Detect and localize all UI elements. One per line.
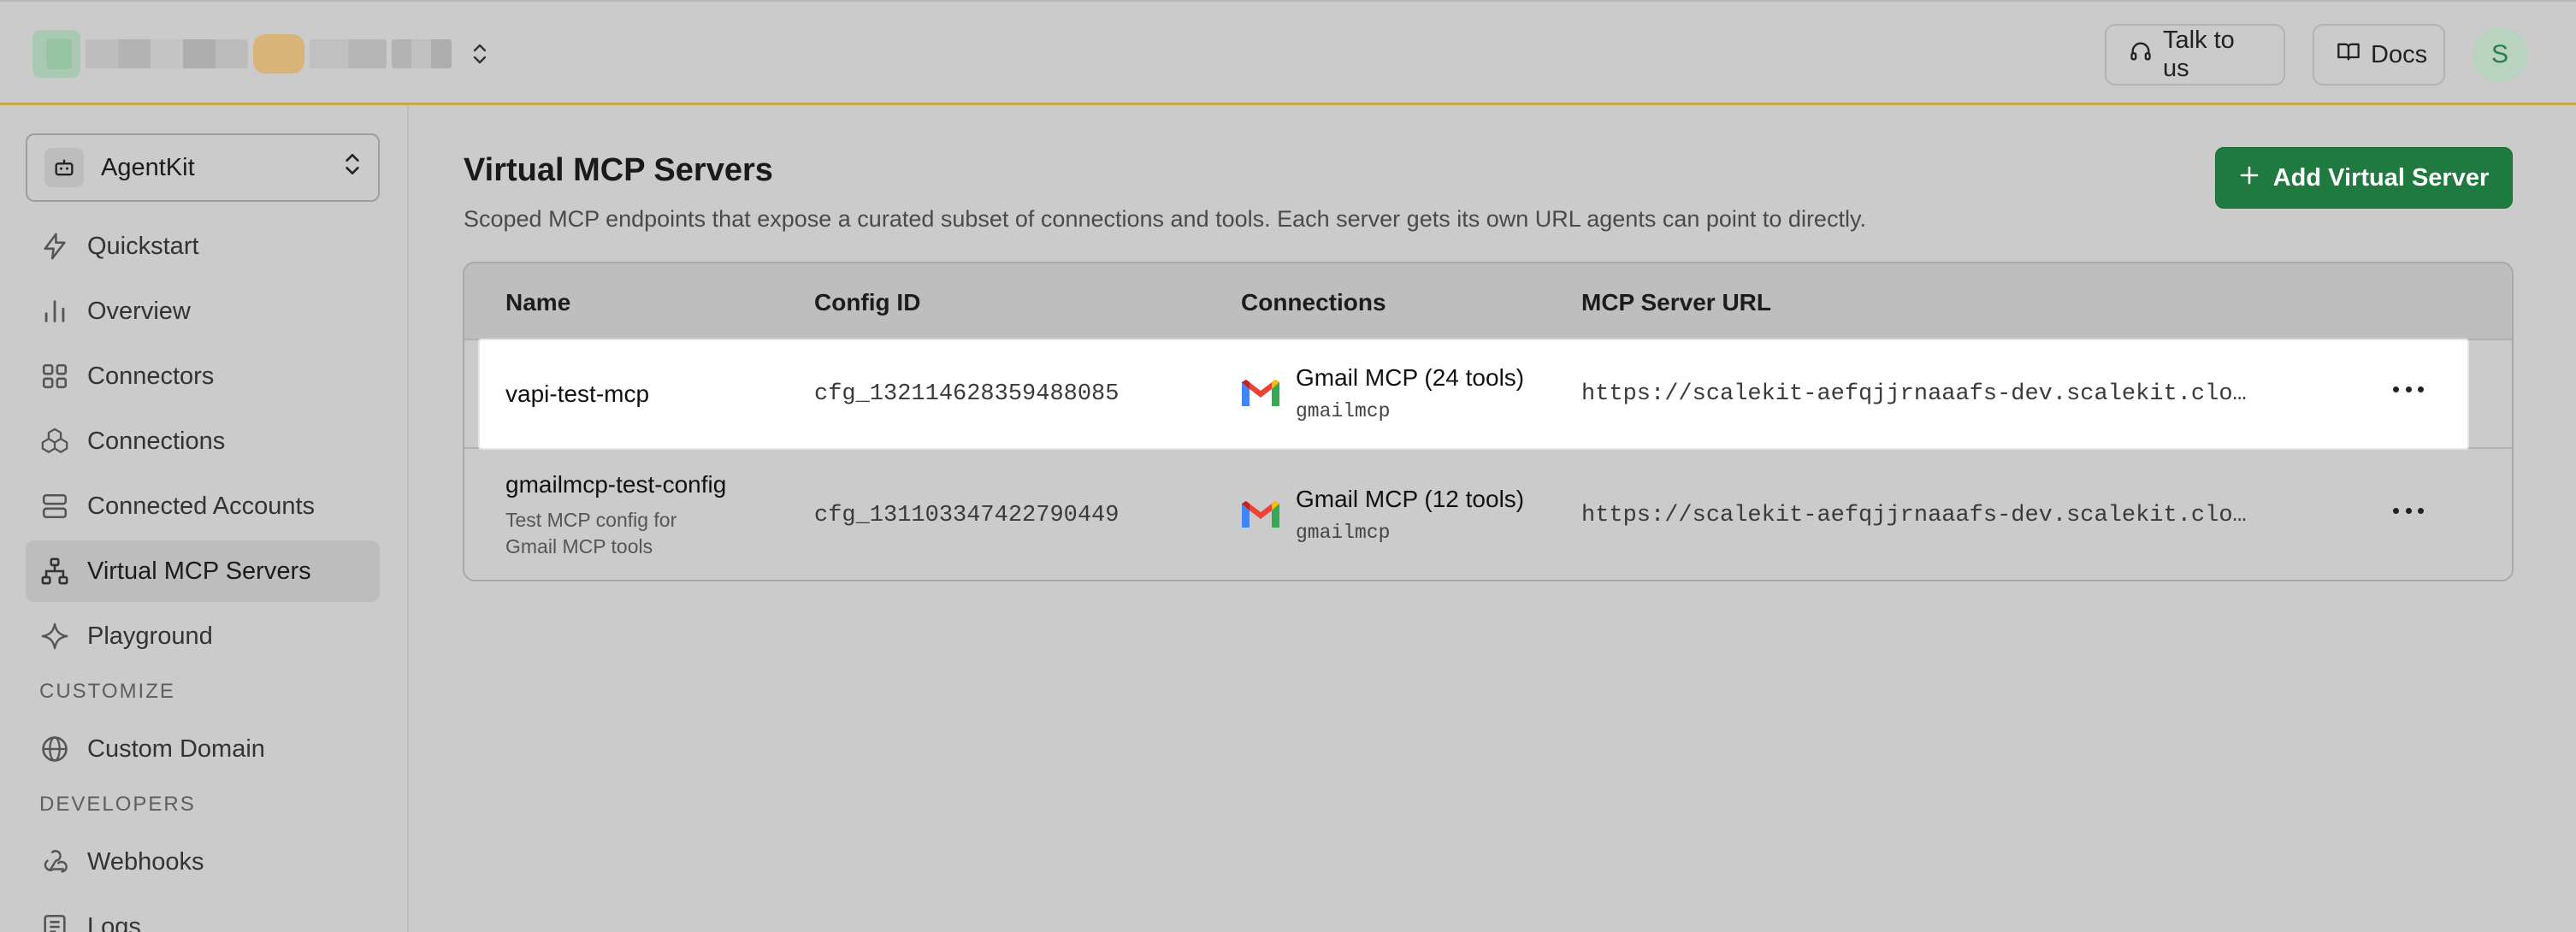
robot-icon	[44, 148, 84, 187]
sidebar-item-connectors[interactable]: Connectors	[26, 345, 380, 407]
plus-icon	[2239, 164, 2260, 192]
docs-label: Docs	[2371, 40, 2428, 68]
mcp-server-url[interactable]: https://scalekit-aefqjjrnaaafs-dev.scale…	[1581, 381, 2247, 407]
grid-icon	[39, 361, 70, 392]
org-name-redacted-2	[310, 39, 387, 68]
chevron-up-down-icon	[470, 41, 489, 67]
sidebar-item-overview[interactable]: Overview	[26, 280, 380, 342]
talk-to-us-button[interactable]: Talk to us	[2105, 24, 2285, 86]
sidebar-item-logs[interactable]: Logs	[26, 896, 380, 932]
sidebar-item-label: Logs	[87, 912, 141, 932]
connection-title: Gmail MCP (24 tools)	[1296, 364, 1525, 391]
product-name: AgentKit	[101, 153, 195, 181]
env-badge-redacted	[253, 34, 304, 74]
accounts-icon	[39, 491, 70, 522]
server-description-line1: Test MCP config for	[505, 509, 677, 531]
sidebar-item-label: Overview	[87, 297, 191, 325]
server-name[interactable]: vapi-test-mcp	[505, 380, 649, 408]
connection-key: gmailmcp	[1296, 522, 1391, 544]
sidebar-item-label: Quickstart	[87, 232, 199, 260]
add-virtual-server-label: Add Virtual Server	[2272, 163, 2490, 192]
logs-icon	[39, 911, 70, 932]
webhook-icon	[39, 846, 70, 877]
cubes-icon	[39, 426, 70, 457]
sidebar-item-virtual-mcp-servers[interactable]: Virtual MCP Servers	[26, 540, 380, 602]
page-title: Virtual MCP Servers	[464, 152, 773, 188]
lightning-icon	[39, 231, 70, 262]
chevron-up-down-icon	[344, 151, 361, 184]
sidebar-item-label: Connected Accounts	[87, 492, 316, 520]
org-name-redacted-3	[392, 39, 452, 68]
avatar[interactable]: S	[2473, 27, 2527, 82]
network-icon	[39, 556, 70, 587]
org-switcher[interactable]	[32, 29, 511, 79]
org-logo	[32, 30, 80, 78]
sidebar-item-label: Connectors	[87, 362, 215, 390]
sidebar-item-label: Webhooks	[87, 847, 204, 876]
column-header-name: Name	[505, 289, 571, 316]
sidebar: AgentKit Quickstart Overview Connectors …	[0, 105, 409, 932]
globe-icon	[39, 734, 70, 764]
sidebar-item-playground[interactable]: Playground	[26, 605, 380, 667]
table-header: Name Config ID Connections MCP Server UR…	[464, 263, 2512, 340]
org-name-redacted	[86, 39, 248, 68]
gmail-icon	[1242, 380, 1279, 406]
connection-key: gmailmcp	[1296, 400, 1391, 422]
column-header-connections: Connections	[1241, 289, 1386, 316]
column-header-config-id: Config ID	[814, 289, 921, 316]
sparkle-icon	[39, 621, 70, 652]
talk-to-us-label: Talk to us	[2163, 27, 2235, 82]
docs-button[interactable]: Docs	[2313, 24, 2445, 86]
sidebar-item-quickstart[interactable]: Quickstart	[26, 215, 380, 277]
add-virtual-server-button[interactable]: Add Virtual Server	[2215, 147, 2513, 209]
connection-title: Gmail MCP (12 tools)	[1296, 486, 1525, 512]
row-actions-menu-icon[interactable]	[2393, 383, 2424, 395]
product-selector[interactable]: AgentKit	[26, 133, 380, 202]
gmail-icon	[1242, 501, 1279, 528]
column-header-mcp-url: MCP Server URL	[1581, 289, 1772, 316]
headphones-icon	[2129, 39, 2153, 70]
sidebar-item-connected-accounts[interactable]: Connected Accounts	[26, 475, 380, 537]
section-label-customize: CUSTOMIZE	[39, 680, 175, 703]
sidebar-item-custom-domain[interactable]: Custom Domain	[26, 718, 380, 780]
virtual-servers-table: Name Config ID Connections MCP Server UR…	[463, 262, 2514, 581]
mcp-server-url[interactable]: https://scalekit-aefqjjrnaaafs-dev.scale…	[1581, 503, 2247, 528]
bar-chart-icon	[39, 296, 70, 327]
sidebar-item-connections[interactable]: Connections	[26, 410, 380, 472]
row-actions-menu-icon[interactable]	[2393, 504, 2424, 516]
sidebar-item-label: Playground	[87, 622, 213, 650]
book-icon	[2337, 39, 2360, 70]
server-description-line2: Gmail MCP tools	[505, 535, 653, 557]
server-name[interactable]: gmailmcp-test-config	[505, 471, 726, 498]
sidebar-item-label: Custom Domain	[87, 734, 265, 763]
top-bar: Talk to us Docs S	[0, 0, 2576, 105]
section-label-developers: DEVELOPERS	[39, 793, 196, 816]
config-id: cfg_131103347422790449	[814, 503, 1120, 528]
sidebar-item-label: Virtual MCP Servers	[87, 557, 311, 585]
page-subtitle: Scoped MCP endpoints that expose a curat…	[464, 206, 1866, 232]
config-id: cfg_132114628359488085	[814, 381, 1120, 407]
sidebar-item-webhooks[interactable]: Webhooks	[26, 831, 380, 893]
sidebar-item-label: Connections	[87, 427, 226, 455]
